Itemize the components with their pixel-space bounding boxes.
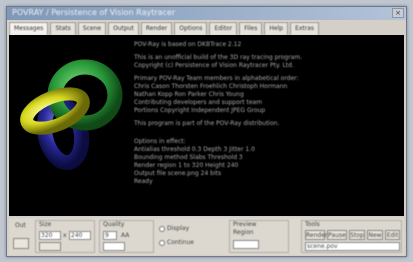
aa-label: AA (121, 232, 130, 239)
console-line: Contributing developers and support team (134, 99, 263, 106)
tab-files[interactable]: Files (239, 22, 263, 35)
console-line: Options in effect: (134, 138, 186, 145)
size-x-label: x (63, 232, 67, 239)
file-field[interactable]: scene.pov (305, 242, 400, 251)
size-label: Size (39, 221, 52, 228)
region-label: Region (233, 229, 254, 236)
size-preset-button[interactable] (39, 242, 61, 251)
console-line: Copyright (c) Persistence of Vision Rayt… (134, 62, 294, 69)
quality-label: Quality (103, 221, 125, 228)
app-window: POVRAY / Persistence of Vision Raytracer… (6, 6, 407, 257)
output-button[interactable] (13, 238, 29, 249)
console-line: Portions Copyright Independent JPEG Grou… (134, 107, 266, 114)
quality-field[interactable]: 9 (103, 231, 117, 240)
console-line: Nathan Kopp Ron Parker Chris Young (134, 91, 244, 98)
continue-radio[interactable] (159, 240, 165, 246)
width-field[interactable]: 320 (39, 231, 61, 240)
console-line: POV-Ray is based on DKBTrace 2.12 (134, 41, 242, 48)
close-button[interactable]: × (392, 8, 404, 18)
tab-strip: Messages Stats Scene Output Render Optio… (9, 22, 404, 35)
edit-button[interactable]: Edit (385, 230, 400, 240)
tab-extras[interactable]: Extras (290, 22, 320, 35)
console-line: This is an unofficial build of the 3D ra… (134, 54, 303, 61)
title-bar[interactable]: POVRAY / Persistence of Vision Raytracer… (7, 7, 406, 20)
stop-button[interactable]: Stop (349, 230, 365, 240)
console-text: POV-Ray is based on DKBTrace 2.12 This i… (134, 41, 399, 186)
console-line: Bounding method Slabs Threshold 3 (134, 154, 243, 161)
console-line: Antialias threshold 0.3 Depth 3 Jitter 1… (134, 146, 255, 153)
display-label: Display (167, 225, 190, 232)
control-panel: Out Size 320 x 240 Quality 9 AA Display … (9, 218, 404, 255)
height-field[interactable]: 240 (69, 231, 91, 240)
render-button[interactable]: Render (305, 230, 327, 240)
tab-options[interactable]: Options (174, 22, 208, 35)
new-button[interactable]: New (367, 230, 383, 240)
tab-output[interactable]: Output (108, 22, 139, 35)
console-line: Ready (134, 178, 153, 185)
console-line: Chris Cason Thorsten Froehlich Christoph… (134, 83, 288, 90)
console-line: This program is part of the POV-Ray dist… (134, 120, 280, 127)
tools-label: Tools (305, 221, 320, 228)
region-field[interactable] (233, 240, 259, 249)
preview-label: Preview (233, 221, 257, 228)
console-line: Output file scene.png 24 bits (134, 170, 222, 177)
console-line: Primary POV-Ray Team members in alphabet… (134, 75, 299, 82)
display-radio[interactable] (159, 226, 165, 232)
tab-scene[interactable]: Scene (77, 22, 107, 35)
console-line: Render region 1 to 320 Height 240 (134, 162, 239, 169)
tab-editor[interactable]: Editor (209, 22, 238, 35)
continue-label: Continue (167, 239, 194, 246)
tab-stats[interactable]: Stats (50, 22, 76, 35)
aa-field[interactable] (103, 242, 125, 251)
povray-logo (20, 59, 123, 171)
tab-render[interactable]: Render (140, 22, 173, 35)
output-label: Out (15, 222, 26, 229)
tab-messages[interactable]: Messages (9, 22, 49, 35)
pause-button[interactable]: Pause (327, 230, 347, 240)
window-title: POVRAY / Persistence of Vision Raytracer (12, 8, 176, 17)
message-console[interactable]: POV-Ray is based on DKBTrace 2.12 This i… (9, 35, 404, 216)
tab-help[interactable]: Help (264, 22, 289, 35)
